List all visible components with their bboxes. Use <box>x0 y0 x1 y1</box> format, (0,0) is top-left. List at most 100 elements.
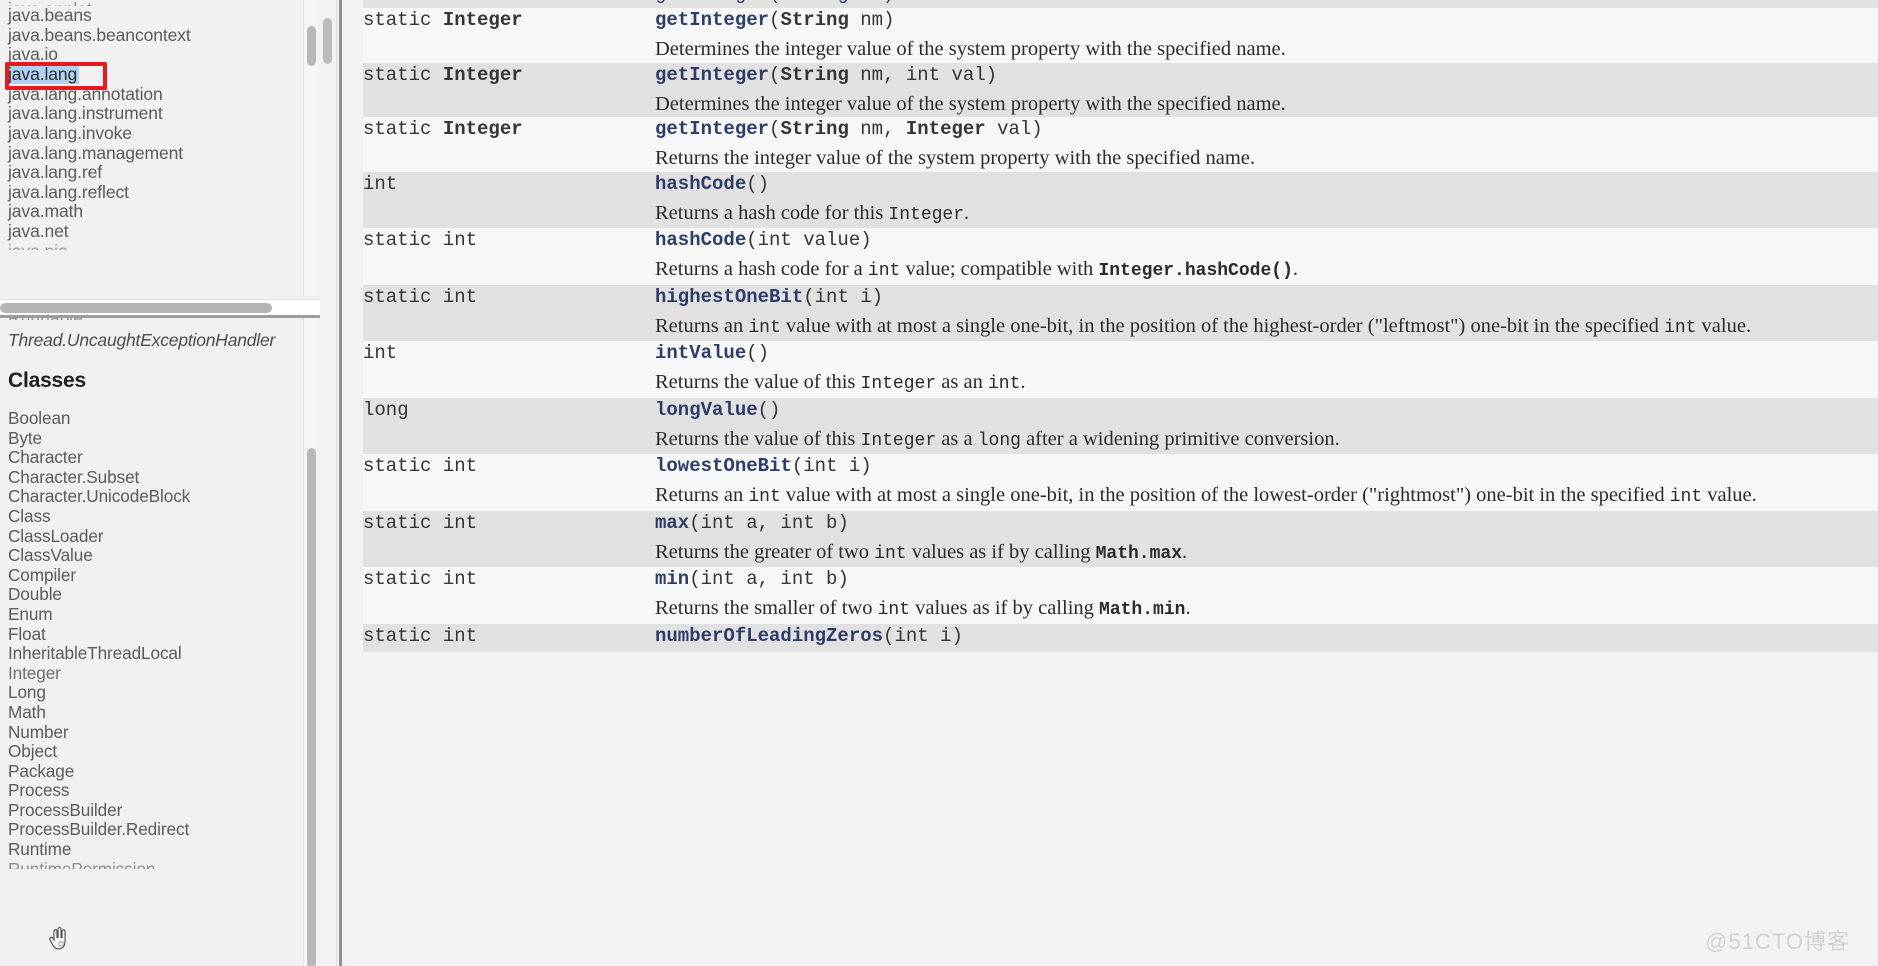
class-item-Float[interactable]: Float <box>8 624 305 645</box>
inline-code: long <box>977 430 1021 451</box>
class-item-Byte[interactable]: Byte <box>8 428 305 449</box>
interface-item-clipped-top[interactable]: Runnable <box>8 318 305 320</box>
method-return-type-cell: static int <box>363 511 655 568</box>
method-link-min[interactable]: min <box>655 568 689 590</box>
method-link-hashCode[interactable]: hashCode <box>655 173 746 195</box>
main-frame-scrollbar[interactable] <box>321 0 337 966</box>
package-frame-scrollbar[interactable] <box>303 0 318 296</box>
method-return-type: int <box>442 568 478 590</box>
package-item-clipped-bottom[interactable]: java.nio <box>8 242 305 250</box>
method-modifier: static <box>363 455 432 477</box>
class-frame-scrollbar-thumb[interactable] <box>307 448 316 966</box>
inline-code: int <box>874 543 907 564</box>
method-modifier: static <box>363 285 432 308</box>
class-item-Character[interactable]: Character <box>8 448 305 468</box>
package-frame-scrollbar-thumb[interactable] <box>307 26 316 66</box>
method-param-part: String <box>780 118 849 140</box>
method-param-part: nm, <box>848 118 906 140</box>
class-item-Long[interactable]: Long <box>8 683 305 703</box>
class-item-Boolean[interactable]: Boolean <box>8 408 305 429</box>
method-return-type-cell: static Integer <box>363 8 655 63</box>
method-link-getInteger[interactable]: getInteger <box>655 9 769 31</box>
method-return-type: int <box>442 624 478 647</box>
class-item-ClassValue[interactable]: ClassValue <box>8 546 305 566</box>
method-link-getInteger[interactable]: getInteger <box>655 118 769 140</box>
method-link-numberOfLeadingZeros[interactable]: numberOfLeadingZeros <box>655 625 883 647</box>
class-item-Number[interactable]: Number <box>8 722 305 743</box>
package-item-java-net[interactable]: java.net <box>8 221 305 242</box>
method-link-lowestOneBit[interactable]: lowestOneBit <box>655 455 792 477</box>
method-param-part: nm) <box>848 9 895 31</box>
package-item-java-io[interactable]: java.io <box>8 45 305 65</box>
class-item-Math[interactable]: Math <box>8 702 305 723</box>
method-description-cell: highestOneBit(int i) Returns an int value… <box>655 285 1878 342</box>
method-signature: numberOfLeadingZeros(int i) <box>655 624 1878 649</box>
class-item-clipped-bottom[interactable]: RuntimePermission <box>8 860 305 869</box>
method-row-clipped-top-signature: getInteger(String nm) <box>363 0 1878 5</box>
class-item-Process[interactable]: Process <box>8 781 305 801</box>
package-item-java-lang-reflect[interactable]: java.lang.reflect <box>8 182 305 203</box>
class-item-Character-Subset[interactable]: Character.Subset <box>8 467 305 488</box>
class-item-Enum[interactable]: Enum <box>8 604 305 625</box>
method-return-type: long <box>363 398 409 421</box>
interface-item-Thread-UncaughtExceptionHandler[interactable]: Thread.UncaughtExceptionHandler <box>8 329 305 351</box>
method-param-part: Integer <box>905 118 986 140</box>
class-item-ProcessBuilder-Redirect[interactable]: ProcessBuilder.Redirect <box>8 820 305 840</box>
class-item-Object[interactable]: Object <box>8 741 305 762</box>
method-link-getInteger[interactable]: getInteger <box>655 64 769 86</box>
class-item-ClassLoader[interactable]: ClassLoader <box>8 526 305 547</box>
method-signature: highestOneBit(int i) <box>655 285 1878 310</box>
package-item-java-lang-instrument[interactable]: java.lang.instrument <box>8 104 305 124</box>
class-list: Boolean Byte Character Character.Subset Char… <box>8 408 305 860</box>
package-item-java-lang-management[interactable]: java.lang.management <box>8 143 305 164</box>
package-item-java-lang-ref[interactable]: java.lang.ref <box>8 163 305 183</box>
class-item-Compiler[interactable]: Compiler <box>8 565 305 586</box>
method-row: static int highestOneBit(int i) Returns an… <box>363 284 1878 342</box>
package-frame-horizontal-scrollbar-thumb[interactable] <box>0 303 272 313</box>
method-description: Returns an int value with at most a sing… <box>655 484 1757 507</box>
method-return-type: Integer <box>442 9 523 31</box>
package-item-java-math[interactable]: java.math <box>8 202 305 222</box>
method-param-part: val) <box>985 118 1043 140</box>
method-return-type: Integer <box>442 118 523 140</box>
method-return-type: int <box>363 172 398 195</box>
method-link-highestOneBit[interactable]: highestOneBit <box>655 286 803 308</box>
method-param-part: () <box>757 398 781 421</box>
method-description: Returns an int value with at most a sing… <box>655 314 1752 338</box>
method-return-type-cell: static int <box>363 228 655 285</box>
package-item-java-lang-annotation[interactable]: java.lang.annotation <box>8 84 305 105</box>
method-return-type: int <box>442 229 478 251</box>
method-signature: hashCode() <box>655 172 1878 197</box>
method-description-cell: max(int a, int b) Returns the greater of … <box>655 511 1878 568</box>
method-link-max[interactable]: max <box>655 512 689 534</box>
package-item-java-beans-beancontext[interactable]: java.beans.beancontext <box>8 25 305 46</box>
class-frame-scrollbar[interactable] <box>303 318 318 966</box>
method-modifier: static <box>363 511 432 534</box>
class-item-Runtime[interactable]: Runtime <box>8 839 305 860</box>
method-param-part: ( <box>769 9 781 31</box>
class-item-ProcessBuilder[interactable]: ProcessBuilder <box>8 800 305 821</box>
classes-section-heading: Classes <box>8 369 86 392</box>
package-item-java-beans[interactable]: java.beans <box>8 5 305 26</box>
class-list-frame: Runnable Thread.UncaughtExceptionHandler… <box>0 318 320 966</box>
class-item-Integer[interactable]: Integer <box>8 663 305 684</box>
method-link-longValue[interactable]: longValue <box>655 399 758 421</box>
class-item-Double[interactable]: Double <box>8 585 305 605</box>
method-param-part: String <box>780 63 849 86</box>
method-link-hashCode[interactable]: hashCode <box>655 229 746 251</box>
class-item-InheritableThreadLocal[interactable]: InheritableThreadLocal <box>8 644 305 664</box>
package-item-java-lang[interactable]: java.lang <box>6 64 80 85</box>
class-item-Package[interactable]: Package <box>8 761 305 782</box>
package-frame-horizontal-scrollbar[interactable] <box>0 299 320 315</box>
method-signature: lowestOneBit(int i) <box>655 454 1878 479</box>
method-description-cell: longValue() Returns the value of this Int… <box>655 398 1878 455</box>
method-signature: max(int a, int b) <box>655 511 1878 536</box>
method-row: static int max(int a, int b) Returns the g… <box>363 510 1878 568</box>
class-item-Class[interactable]: Class <box>8 506 305 527</box>
method-link-intValue[interactable]: intValue <box>655 342 746 364</box>
method-param-part: (int i) <box>803 285 884 308</box>
class-item-Character-UnicodeBlock[interactable]: Character.UnicodeBlock <box>8 487 305 507</box>
main-frame-scrollbar-thumb[interactable] <box>323 18 332 64</box>
method-return-type: int <box>442 285 478 308</box>
package-item-java-lang-invoke[interactable]: java.lang.invoke <box>8 123 305 144</box>
